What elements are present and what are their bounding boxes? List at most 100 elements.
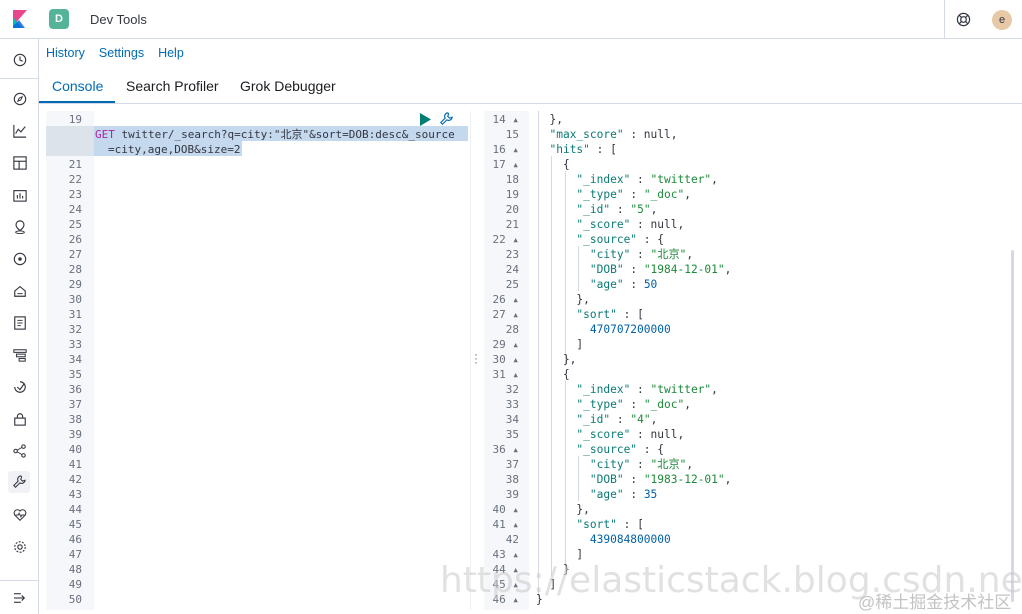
- request-line-continuation[interactable]: =city,age,DOB&size=2: [108, 142, 240, 157]
- recently-viewed-clock-icon[interactable]: [11, 51, 28, 68]
- output-line-number: 21: [505, 218, 519, 231]
- editor-line-number: 25: [68, 218, 82, 231]
- output-line-number[interactable]: 16 ▴: [493, 142, 520, 157]
- tab-search-profiler[interactable]: Search Profiler: [126, 78, 219, 94]
- response-json-line: "city" : "北京",: [589, 248, 694, 261]
- output-line-number: 39: [505, 488, 519, 501]
- monitoring-heartbeat-icon[interactable]: [11, 506, 28, 523]
- response-output[interactable]: 14 ▴ 15 16 ▴ 17 ▴ 18 19 20 21 22 ▴ 23 24 25 26 ▴ 27 ▴…: [484, 111, 1022, 610]
- request-path: twitter/_search?q=city:"北京"&sort=DOB:des…: [121, 128, 455, 141]
- dev-tools-wrench-icon[interactable]: [8, 471, 30, 493]
- response-json-line: "DOB" : "1983-12-01",: [589, 473, 732, 486]
- output-line-number[interactable]: 41 ▴: [493, 517, 520, 532]
- help-link[interactable]: Help: [158, 46, 184, 60]
- response-json-line: "city" : "北京",: [589, 458, 694, 471]
- response-json-line: },: [536, 293, 590, 306]
- tab-console[interactable]: Console: [52, 78, 103, 94]
- output-line-number: 33: [505, 398, 519, 411]
- apm-icon[interactable]: [11, 346, 28, 363]
- editor-line-number: 26: [68, 233, 82, 246]
- watermark-credit: @稀土掘金技术社区: [858, 593, 1012, 612]
- dashboard-icon[interactable]: [11, 154, 28, 171]
- output-scrollbar[interactable]: [1011, 250, 1014, 602]
- response-json-line: {: [536, 158, 570, 171]
- editor-line-number: 19: [68, 113, 82, 126]
- management-gear-icon[interactable]: [11, 538, 28, 555]
- user-menu-button[interactable]: e: [982, 0, 1022, 39]
- editor-line-number: 35: [68, 368, 82, 381]
- request-actions: [419, 112, 453, 126]
- response-json-line: ]: [536, 548, 584, 561]
- request-options-wrench-icon[interactable]: [439, 112, 453, 126]
- collapse-nav-button[interactable]: [0, 580, 39, 614]
- uptime-icon[interactable]: [11, 378, 28, 395]
- editor-line-number: 21: [68, 158, 82, 171]
- output-line-number[interactable]: 26 ▴: [493, 292, 520, 307]
- output-line-number[interactable]: 31 ▴: [493, 367, 520, 382]
- output-line-number[interactable]: 22 ▴: [493, 232, 520, 247]
- editor-line-number: 27: [68, 248, 82, 261]
- editor-line-number: 30: [68, 293, 82, 306]
- response-json-line: "age" : 35: [589, 488, 658, 501]
- request-editor[interactable]: 1920212223242526272829303132333435363738…: [46, 111, 470, 610]
- response-json-line: {: [536, 368, 570, 381]
- output-line-number[interactable]: 14 ▴: [493, 112, 520, 127]
- output-line-number[interactable]: 29 ▴: [493, 337, 520, 352]
- splitter-handle-icon[interactable]: · · ·: [474, 348, 478, 368]
- output-line-number[interactable]: 30 ▴: [493, 352, 520, 367]
- response-json-line: ]: [536, 338, 584, 351]
- machine-learning-icon[interactable]: [11, 250, 28, 267]
- send-request-play-icon[interactable]: [419, 112, 431, 126]
- graph-icon[interactable]: [11, 442, 28, 459]
- editor-line-number: 23: [68, 188, 82, 201]
- response-json-line: "_index" : "twitter",: [576, 173, 718, 186]
- siem-lock-icon[interactable]: [11, 410, 28, 427]
- request-line[interactable]: GET twitter/_search?q=city:"北京"&sort=DOB…: [95, 127, 455, 142]
- response-json-line: "_id" : "4",: [576, 413, 658, 426]
- request-path-continuation: =city,age,DOB&size=2: [108, 143, 241, 156]
- tab-grok-debugger[interactable]: Grok Debugger: [240, 78, 336, 94]
- logs-icon[interactable]: [11, 314, 28, 331]
- output-line-number: 28: [505, 323, 519, 336]
- output-line-number[interactable]: 40 ▴: [493, 502, 520, 517]
- response-json-line: },: [536, 503, 590, 516]
- response-json-line: "_score" : null,: [576, 428, 685, 441]
- response-json-line: "_score" : null,: [576, 218, 685, 231]
- response-json-line: "max_score" : null,: [549, 128, 678, 141]
- settings-link[interactable]: Settings: [99, 46, 144, 60]
- kibana-logo-icon[interactable]: [0, 0, 40, 39]
- app-badge[interactable]: D: [49, 9, 69, 29]
- visualize-chart-icon[interactable]: [11, 122, 28, 139]
- discover-compass-icon[interactable]: [11, 90, 28, 107]
- output-line-number: 18: [505, 173, 519, 186]
- editor-line-number: 44: [68, 503, 82, 516]
- output-line-number[interactable]: 17 ▴: [493, 157, 520, 172]
- response-json-line: "age" : 50: [589, 278, 658, 291]
- infrastructure-icon[interactable]: [11, 282, 28, 299]
- response-json-line: },: [536, 353, 577, 366]
- output-line-number: 32: [505, 383, 519, 396]
- help-menu-button[interactable]: [944, 0, 982, 39]
- editor-line-number: 32: [68, 323, 82, 336]
- maps-icon[interactable]: [11, 218, 28, 235]
- response-json-line: "_source" : {: [576, 443, 665, 456]
- active-tab-indicator: [39, 101, 115, 103]
- canvas-icon[interactable]: [11, 186, 28, 203]
- editor-line-number: 24: [68, 203, 82, 216]
- response-json-line: "sort" : [: [576, 518, 644, 531]
- output-line-number: 15: [505, 128, 519, 141]
- output-line-number[interactable]: 36 ▴: [493, 442, 520, 457]
- response-json-line: "_source" : {: [576, 233, 665, 246]
- response-json-line: "_type" : "_doc",: [576, 398, 691, 411]
- request-method: GET: [95, 128, 115, 141]
- output-line-number[interactable]: 27 ▴: [493, 307, 520, 322]
- editor-line-number: 40: [68, 443, 82, 456]
- avatar: e: [992, 9, 1012, 30]
- response-json: }, "max_score" : null, "hits" : [ { "_in…: [536, 111, 731, 606]
- editor-line-number: 29: [68, 278, 82, 291]
- output-line-number: 35: [505, 428, 519, 441]
- output-line-number: 23: [505, 248, 519, 261]
- history-link[interactable]: History: [46, 46, 85, 60]
- help-lifebuoy-icon: [956, 12, 971, 27]
- editor-line-number: 42: [68, 473, 82, 486]
